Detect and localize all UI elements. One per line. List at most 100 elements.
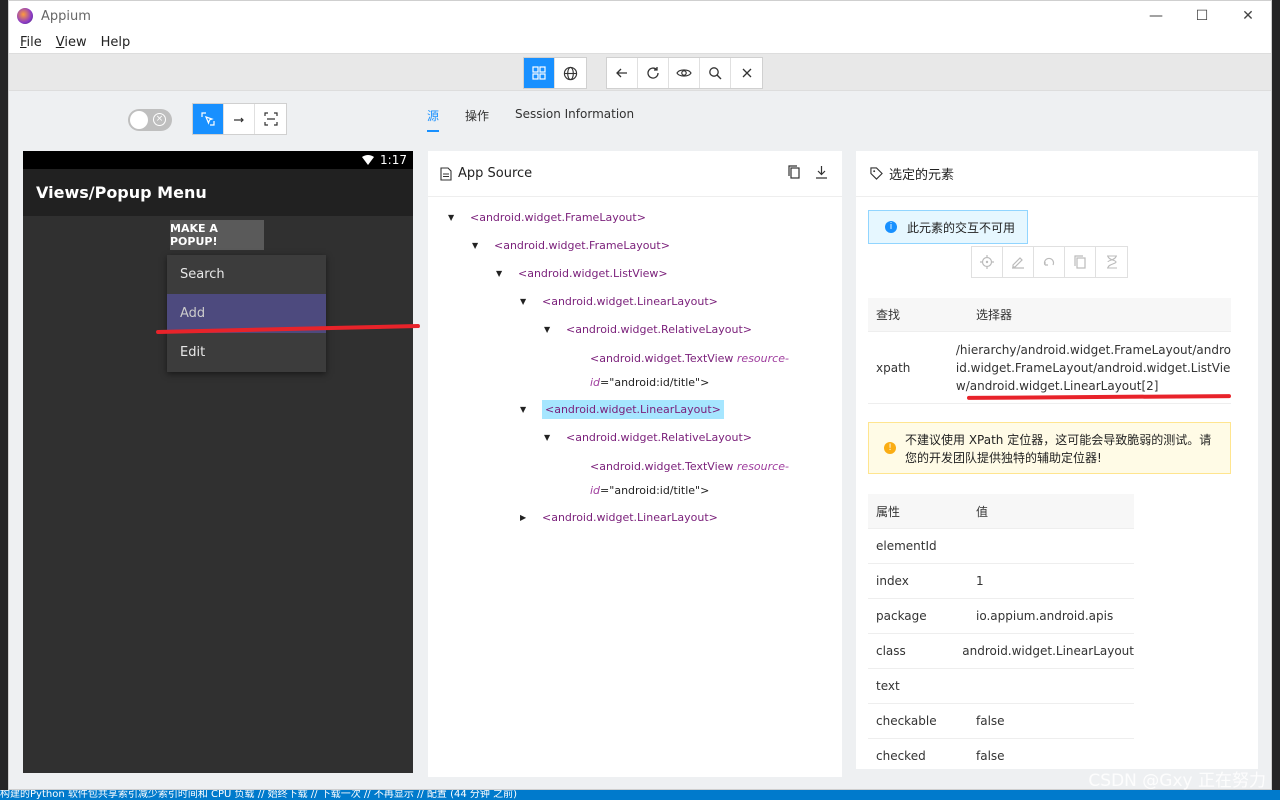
tag-icon [870,167,883,180]
popup-item-edit[interactable]: Edit [167,333,326,372]
attribute-row: checked false [868,739,1134,769]
tree-node[interactable]: ▼ <android.widget.ListView> [496,263,668,283]
app-source-title: App Source [458,166,533,181]
device-screenshot[interactable]: 1:17 Views/Popup Menu MAKE A POPUP! Sear… [23,151,413,773]
crosshair-icon [980,255,994,269]
find-table-row: xpath /hierarchy/android.widget.FrameLay… [868,332,1231,404]
copy-icon[interactable] [788,165,801,179]
eye-icon [676,69,692,77]
app-mode-group [523,57,587,89]
tree-node[interactable]: ▶ <android.widget.LinearLayout> [520,507,718,527]
tree-node[interactable]: ▼ <android.widget.RelativeLayout> [544,427,752,447]
attribute-row: elementId [868,529,1134,564]
refresh-icon [647,67,659,79]
tab-source[interactable]: 源 [427,107,440,132]
screenshot-pane: × 1:17 Views/Popup Menu MAKE A POPUP! Se… [9,91,421,789]
csdn-watermark: CSDN @Gxy 正在努力 [1088,771,1266,791]
tree-node[interactable]: ▼ <android.widget.FrameLayout> [448,207,646,227]
appium-logo-icon [17,8,33,24]
globe-icon [563,66,578,80]
arrow-left-icon [616,68,627,78]
caret-down-icon: ▼ [496,268,503,278]
element-actions-group [971,246,1128,278]
toggle-knob [130,111,148,129]
fullscreen-frame-icon [263,112,278,126]
attribute-row: text [868,669,1134,704]
tree-node-selected[interactable]: ▼ <android.widget.LinearLayout> [520,399,724,419]
copy-attributes-button[interactable] [1065,247,1096,277]
close-window-button[interactable]: ✕ [1225,1,1271,31]
menu-help[interactable]: Help [94,35,138,50]
find-table-header: 查找 选择器 [868,298,1231,332]
caret-right-icon: ▶ [520,512,527,522]
window-title: Appium [41,8,91,24]
main-toolbar [9,53,1271,91]
menu-file[interactable]: File [13,35,49,50]
web-mode-button[interactable] [555,58,586,88]
find-by-table: 查找 选择器 xpath /hierarchy/android.widget.F… [868,298,1231,404]
app-source-panel: App Source ▼ <android.widget.FrameLayout>… [428,151,842,777]
tree-node[interactable]: ▼ <android.widget.LinearLayout> [520,291,718,311]
get-timing-button[interactable] [1096,247,1127,277]
interaction-unavailable-alert: i 此元素的交互不可用 [868,210,1028,244]
copy-icon [1073,255,1086,269]
selected-element-panel: 选定的元素 i 此元素的交互不可用 查找 选择器 xpath /hierarch… [856,151,1258,769]
send-keys-button[interactable] [1003,247,1034,277]
tap-element-button[interactable] [972,247,1003,277]
selected-element-header: 选定的元素 [856,151,1258,197]
caret-down-icon: ▼ [520,296,527,306]
screenshot-toggle[interactable]: × [128,109,172,131]
interaction-mode-group [192,103,287,135]
tab-actions[interactable]: 操作 [465,107,489,132]
info-icon: i [885,221,897,233]
tab-session-information[interactable]: Session Information [515,107,634,132]
appium-window: Appium — ☐ ✕ File View Help × 1:17 Views… [8,0,1272,790]
tree-node-textview[interactable]: <android.widget.TextView resource- id="a… [590,347,789,395]
session-actions-group [606,57,763,89]
xpath-warning-alert: ! 不建议使用 XPath 定位器，这可能会导致脆弱的测试。请 您的开发团队提供… [868,422,1231,474]
device-app-title: Views/Popup Menu [36,183,207,202]
download-icon[interactable] [815,165,828,179]
record-button[interactable] [669,58,700,88]
xpath-selector[interactable]: /hierarchy/android.widget.FrameLayout/an… [948,341,1231,395]
close-icon [742,68,751,78]
title-bar: Appium — ☐ ✕ [9,1,1271,31]
selected-element-title: 选定的元素 [889,168,955,183]
attributes-table: 属性 值 elementId index 1 package io.appium.a… [868,494,1134,769]
clear-button[interactable] [1034,247,1065,277]
device-popup-menu: Search Add Edit [167,255,326,372]
undo-icon [1043,257,1055,266]
caret-down-icon: ▼ [520,404,527,414]
toggle-off-icon: × [153,113,166,126]
attribute-row: index 1 [868,564,1134,599]
minimize-button[interactable]: — [1133,1,1179,31]
app-source-header: App Source [428,151,842,197]
swipe-button[interactable] [224,104,255,134]
tap-by-coordinates-button[interactable] [255,104,286,134]
maximize-button[interactable]: ☐ [1179,1,1225,31]
native-mode-button[interactable] [524,58,555,88]
grid-icon [532,66,546,80]
refresh-button[interactable] [638,58,669,88]
make-popup-button[interactable]: MAKE A POPUP! [170,220,264,250]
swipe-arrow-icon [234,117,244,123]
quit-session-button[interactable] [731,58,762,88]
select-elements-button[interactable] [193,104,224,134]
hourglass-icon [1106,255,1117,269]
menu-view[interactable]: View [49,35,94,50]
device-status-bar: 1:17 [23,151,413,169]
tree-node[interactable]: ▼ <android.widget.FrameLayout> [472,235,670,255]
inspector-tabs: 源 操作 Session Information [427,107,660,132]
wifi-icon [362,155,375,165]
popup-item-search[interactable]: Search [167,255,326,294]
device-clock: 1:17 [380,153,407,167]
attribute-row: checkable false [868,704,1134,739]
tree-node[interactable]: ▼ <android.widget.RelativeLayout> [544,319,752,339]
back-button[interactable] [607,58,638,88]
search-button[interactable] [700,58,731,88]
tree-node-textview[interactable]: <android.widget.TextView resource- id="a… [590,455,789,503]
warning-icon: ! [884,442,896,454]
find-strategy: xpath [876,360,911,375]
menu-bar: File View Help [9,31,1271,53]
caret-down-icon: ▼ [544,432,551,442]
